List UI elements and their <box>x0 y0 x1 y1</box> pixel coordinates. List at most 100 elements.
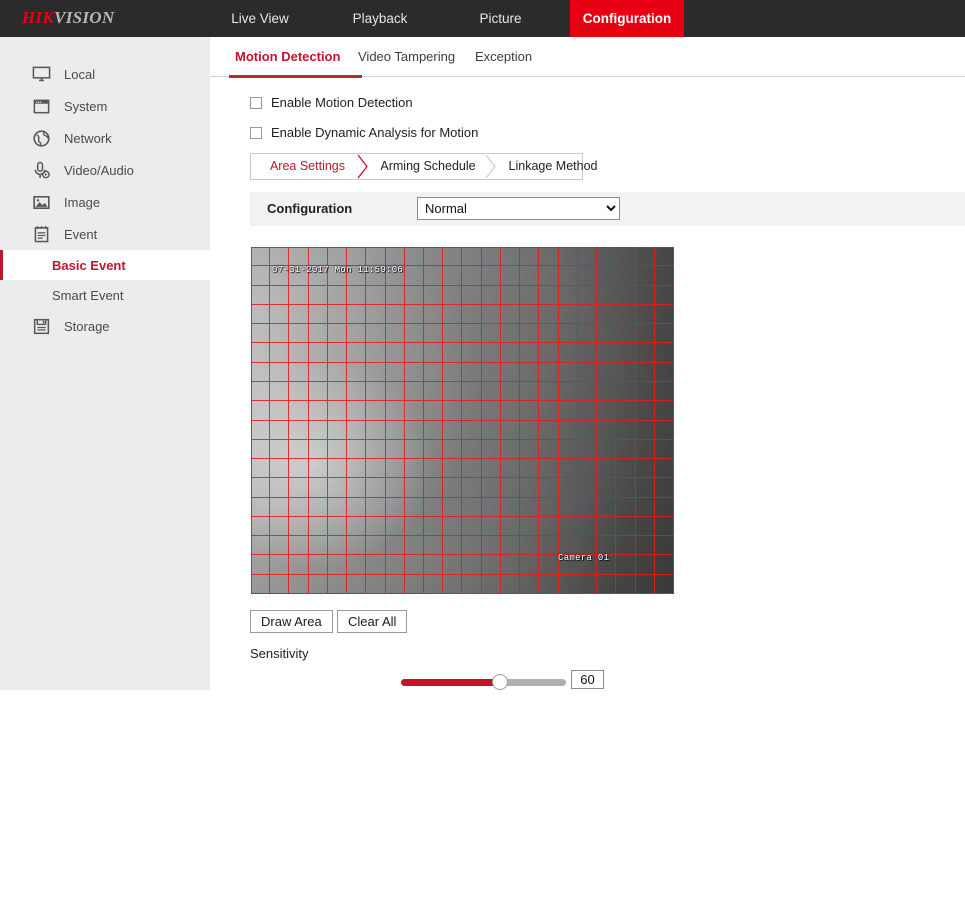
subtab-arming-schedule[interactable]: Arming Schedule <box>368 154 488 179</box>
grid-cell[interactable] <box>424 478 444 498</box>
grid-cell[interactable] <box>597 574 617 594</box>
grid-cell[interactable] <box>327 304 348 325</box>
grid-cell[interactable] <box>251 536 271 556</box>
grid-cell[interactable] <box>654 381 674 402</box>
grid-cell[interactable] <box>308 497 328 517</box>
grid-cell[interactable] <box>443 459 463 479</box>
sidebar-item-system[interactable]: System <box>0 90 210 122</box>
grid-cell[interactable] <box>481 343 501 363</box>
grid-cell[interactable] <box>520 381 540 402</box>
grid-cell[interactable] <box>654 516 674 537</box>
grid-cell[interactable] <box>308 362 328 382</box>
grid-cell[interactable] <box>558 459 578 479</box>
grid-cell[interactable] <box>635 266 655 286</box>
nav-playback[interactable]: Playback <box>325 0 435 37</box>
grid-cell[interactable] <box>616 285 636 305</box>
grid-cell[interactable] <box>289 401 309 421</box>
grid-cell[interactable] <box>558 574 578 594</box>
grid-cell[interactable] <box>404 439 425 460</box>
grid-cell[interactable] <box>270 497 290 517</box>
grid-cell[interactable] <box>616 362 636 382</box>
grid-cell[interactable] <box>308 285 328 305</box>
grid-cell[interactable] <box>597 439 617 460</box>
grid-cell[interactable] <box>462 497 482 517</box>
grid-cell[interactable] <box>404 574 425 594</box>
grid-cell[interactable] <box>327 247 348 267</box>
grid-cell[interactable] <box>385 343 405 363</box>
grid-cell[interactable] <box>481 420 501 440</box>
grid-cell[interactable] <box>597 401 617 421</box>
grid-cell[interactable] <box>385 574 405 594</box>
grid-cell[interactable] <box>424 459 444 479</box>
grid-cell[interactable] <box>539 401 559 421</box>
grid-cell[interactable] <box>654 285 674 305</box>
grid-cell[interactable] <box>462 381 482 402</box>
grid-cell[interactable] <box>654 439 674 460</box>
grid-cell[interactable] <box>481 401 501 421</box>
grid-cell[interactable] <box>597 381 617 402</box>
grid-cell[interactable] <box>558 516 578 537</box>
grid-cell[interactable] <box>424 555 444 575</box>
grid-cell[interactable] <box>654 497 674 517</box>
grid-cell[interactable] <box>654 536 674 556</box>
grid-cell[interactable] <box>347 324 367 344</box>
grid-cell[interactable] <box>443 574 463 594</box>
grid-cell[interactable] <box>251 381 271 402</box>
sidebar-item-smart-event[interactable]: Smart Event <box>0 280 210 310</box>
grid-cell[interactable] <box>654 420 674 440</box>
grid-cell[interactable] <box>481 266 501 286</box>
grid-cell[interactable] <box>481 574 501 594</box>
grid-cell[interactable] <box>289 555 309 575</box>
grid-cell[interactable] <box>654 574 674 594</box>
grid-cell[interactable] <box>577 343 598 363</box>
grid-cell[interactable] <box>462 343 482 363</box>
grid-cell[interactable] <box>270 304 290 325</box>
grid-cell[interactable] <box>327 555 348 575</box>
grid-cell[interactable] <box>577 304 598 325</box>
grid-cell[interactable] <box>577 285 598 305</box>
grid-cell[interactable] <box>616 555 636 575</box>
grid-cell[interactable] <box>539 266 559 286</box>
grid-cell[interactable] <box>577 574 598 594</box>
grid-cell[interactable] <box>404 401 425 421</box>
grid-cell[interactable] <box>577 247 598 267</box>
grid-cell[interactable] <box>289 439 309 460</box>
grid-cell[interactable] <box>424 439 444 460</box>
grid-cell[interactable] <box>616 516 636 537</box>
enable-motion-detection-checkbox[interactable] <box>250 96 262 109</box>
grid-cell[interactable] <box>443 304 463 325</box>
grid-cell[interactable] <box>616 304 636 325</box>
grid-cell[interactable] <box>251 459 271 479</box>
grid-cell[interactable] <box>366 247 386 267</box>
grid-cell[interactable] <box>462 401 482 421</box>
grid-cell[interactable] <box>385 478 405 498</box>
video-preview[interactable]: 07-31-2017 Mon 11:59:06 Camera 01 <box>251 247 674 594</box>
grid-cell[interactable] <box>481 304 501 325</box>
grid-cell[interactable] <box>462 362 482 382</box>
grid-cell[interactable] <box>327 478 348 498</box>
grid-cell[interactable] <box>654 324 674 344</box>
grid-cell[interactable] <box>385 324 405 344</box>
grid-cell[interactable] <box>308 439 328 460</box>
grid-cell[interactable] <box>347 247 367 267</box>
grid-cell[interactable] <box>520 324 540 344</box>
grid-cell[interactable] <box>616 574 636 594</box>
grid-cell[interactable] <box>462 439 482 460</box>
grid-cell[interactable] <box>520 439 540 460</box>
grid-cell[interactable] <box>654 247 674 267</box>
grid-cell[interactable] <box>251 574 271 594</box>
grid-cell[interactable] <box>443 420 463 440</box>
configuration-select[interactable]: Normal Expert <box>417 197 620 220</box>
grid-cell[interactable] <box>500 324 521 344</box>
grid-cell[interactable] <box>327 285 348 305</box>
grid-cell[interactable] <box>251 401 271 421</box>
grid-cell[interactable] <box>289 478 309 498</box>
grid-cell[interactable] <box>558 478 578 498</box>
grid-cell[interactable] <box>308 420 328 440</box>
grid-cell[interactable] <box>366 574 386 594</box>
grid-cell[interactable] <box>424 536 444 556</box>
nav-picture[interactable]: Picture <box>448 0 553 37</box>
grid-cell[interactable] <box>404 247 425 267</box>
grid-cell[interactable] <box>270 536 290 556</box>
grid-cell[interactable] <box>366 324 386 344</box>
